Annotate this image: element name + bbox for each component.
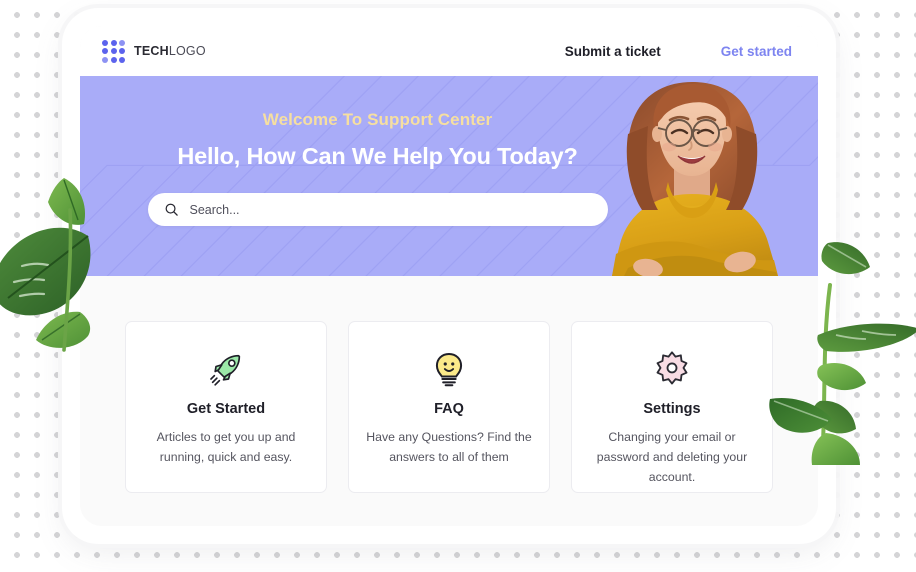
card-icon-wrapper [365,346,533,392]
category-card-row: Get Started Articles to get you up and r… [125,321,773,493]
search-input[interactable] [189,202,592,217]
nav-link-get-started[interactable]: Get started [721,44,792,59]
page-root: TECHLOGO Submit a ticket Get started Wel… [0,0,916,572]
brand-name-bold: TECH [134,44,169,58]
card-description: Changing your email or password and dele… [596,430,748,484]
top-navigation-bar: TECHLOGO Submit a ticket Get started [80,26,818,76]
main-content: Get Started Articles to get you up and r… [80,276,818,526]
brand-name-light: LOGO [168,44,206,58]
lightbulb-smiley-icon [435,353,463,387]
hero-banner: Welcome To Support Center Hello, How Can… [80,76,818,276]
card-get-started[interactable]: Get Started Articles to get you up and r… [125,321,327,493]
card-title: Settings [643,401,701,417]
nav-links: Submit a ticket Get started [565,44,792,59]
browser-window-content: TECHLOGO Submit a ticket Get started Wel… [80,26,818,526]
card-faq[interactable]: FAQ Have any Questions? Find the answers… [348,321,550,493]
brand-logo[interactable]: TECHLOGO [102,39,206,63]
card-title: Get Started [186,401,266,417]
card-settings[interactable]: Settings Changing your email or password… [571,321,773,493]
gear-icon [656,351,688,385]
card-icon-wrapper [142,346,310,392]
brand-name: TECHLOGO [134,44,206,58]
hero-title: Hello, How Can We Help You Today? [177,143,578,169]
rocket-icon [210,354,241,386]
search-icon [165,203,178,216]
card-description: Articles to get you up and running, quic… [156,430,296,464]
card-icon-wrapper [588,346,756,392]
nine-dot-grid-logo-icon [102,39,125,63]
card-title: FAQ [434,401,464,417]
card-description: Have any Questions? Find the answers to … [366,430,532,464]
search-bar[interactable] [147,193,608,226]
nav-link-submit-ticket[interactable]: Submit a ticket [565,44,661,59]
hero-eyebrow: Welcome To Support Center [262,110,493,129]
hero-content: Welcome To Support Center Hello, How Can… [80,76,675,276]
